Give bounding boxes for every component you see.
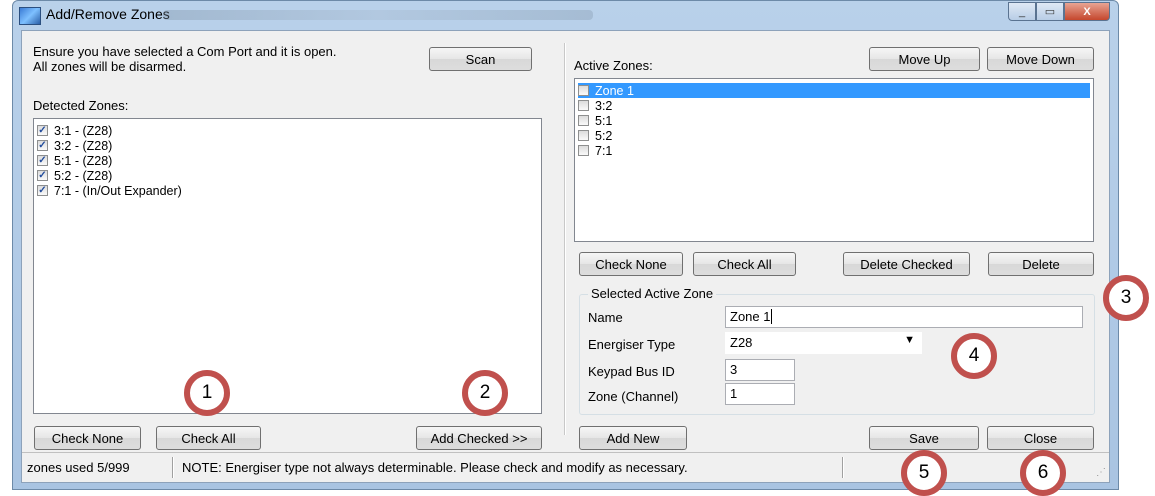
detected-zone-row[interactable]: ✓ 3:2 - (Z28) xyxy=(37,138,112,153)
unchecked-checkbox-icon[interactable] xyxy=(578,130,589,141)
checked-checkbox-icon[interactable]: ✓ xyxy=(37,140,48,151)
active-zone-label: 3:2 xyxy=(595,98,613,113)
active-zone-row[interactable]: Zone 1 xyxy=(578,83,1090,98)
add-checked-button[interactable]: Add Checked >> xyxy=(416,426,542,450)
detected-zone-row[interactable]: ✓ 5:2 - (Z28) xyxy=(37,168,112,183)
name-input[interactable]: Zone 1 xyxy=(725,306,1083,328)
right-check-none-button[interactable]: Check None xyxy=(579,252,683,276)
detected-zone-label: 5:2 - (Z28) xyxy=(54,168,113,183)
save-button[interactable]: Save xyxy=(869,426,979,450)
active-zones-label: Active Zones: xyxy=(574,58,653,73)
detected-zone-label: 5:1 - (Z28) xyxy=(54,153,113,168)
callout-marker-5: 5 xyxy=(901,450,947,496)
detected-zones-list[interactable]: ✓ 3:1 - (Z28) ✓ 3:2 - (Z28) ✓ 5:1 - (Z28) ✓ 5:2… xyxy=(33,118,542,414)
info-line-2: All zones will be disarmed. xyxy=(33,59,187,74)
delete-checked-button[interactable]: Delete Checked xyxy=(843,252,970,276)
scan-button[interactable]: Scan xyxy=(429,47,532,71)
energiser-type-label: Energiser Type xyxy=(588,337,676,352)
unchecked-checkbox-icon[interactable] xyxy=(578,85,589,96)
zone-channel-input[interactable]: 1 xyxy=(725,383,795,405)
left-check-all-button[interactable]: Check All xyxy=(156,426,261,450)
detected-zones-label: Detected Zones: xyxy=(33,98,129,113)
left-check-none-button[interactable]: Check None xyxy=(34,426,141,450)
window-controls: _ ▭ X xyxy=(1008,2,1110,22)
active-zone-label: 5:1 xyxy=(595,113,613,128)
pane-divider xyxy=(564,43,566,435)
keypad-bus-id-input[interactable]: 3 xyxy=(725,359,795,381)
callout-marker-3: 3 xyxy=(1103,275,1149,321)
window-title: Add/Remove Zones xyxy=(46,6,170,22)
client-area: Ensure you have selected a Com Port and … xyxy=(21,30,1110,483)
energiser-type-select[interactable]: Z28 ▼ xyxy=(725,332,922,354)
app-icon xyxy=(19,7,41,25)
callout-marker-4: 4 xyxy=(951,333,997,379)
dropdown-arrow-icon[interactable]: ▼ xyxy=(904,334,915,346)
status-separator xyxy=(842,457,844,478)
text-cursor xyxy=(771,309,773,324)
add-new-button[interactable]: Add New xyxy=(579,426,687,450)
active-zones-list[interactable]: Zone 1 3:2 5:1 5:2 7:1 xyxy=(574,78,1094,242)
note-status: NOTE: Energiser type not always determin… xyxy=(182,459,688,475)
unchecked-checkbox-icon[interactable] xyxy=(578,115,589,126)
maximize-icon[interactable]: ▭ xyxy=(1036,2,1064,21)
detected-zone-row[interactable]: ✓ 5:1 - (Z28) xyxy=(37,153,112,168)
move-down-button[interactable]: Move Down xyxy=(987,47,1094,71)
energiser-type-value: Z28 xyxy=(730,335,753,350)
detected-zone-row[interactable]: ✓ 7:1 - (In/Out Expander) xyxy=(37,183,182,198)
callout-marker-2: 2 xyxy=(462,370,508,416)
active-zone-row[interactable]: 5:1 xyxy=(578,113,612,128)
active-zone-label: Zone 1 xyxy=(595,83,634,98)
close-window-icon[interactable]: X xyxy=(1064,2,1110,21)
detected-zone-label: 3:1 - (Z28) xyxy=(54,123,113,138)
callout-marker-1: 1 xyxy=(184,370,230,416)
delete-button[interactable]: Delete xyxy=(988,252,1094,276)
active-zone-row[interactable]: 3:2 xyxy=(578,98,612,113)
zone-channel-label: Zone (Channel) xyxy=(588,389,679,404)
close-button[interactable]: Close xyxy=(987,426,1094,450)
move-up-button[interactable]: Move Up xyxy=(869,47,980,71)
checked-checkbox-icon[interactable]: ✓ xyxy=(37,125,48,136)
blurred-background-title xyxy=(163,10,593,20)
detected-zone-label: 7:1 - (In/Out Expander) xyxy=(54,183,182,198)
checked-checkbox-icon[interactable]: ✓ xyxy=(37,155,48,166)
active-zone-label: 7:1 xyxy=(595,143,613,158)
active-zone-label: 5:2 xyxy=(595,128,613,143)
selected-active-zone-title: Selected Active Zone xyxy=(588,286,717,301)
unchecked-checkbox-icon[interactable] xyxy=(578,100,589,111)
info-line-1: Ensure you have selected a Com Port and … xyxy=(33,44,337,59)
checked-checkbox-icon[interactable]: ✓ xyxy=(37,185,48,196)
right-check-all-button[interactable]: Check All xyxy=(693,252,796,276)
keypad-bus-id-label: Keypad Bus ID xyxy=(588,364,675,379)
status-separator xyxy=(172,457,174,478)
name-label: Name xyxy=(588,310,623,325)
resize-grip-icon[interactable]: ⋰ xyxy=(1094,467,1106,479)
name-input-value: Zone 1 xyxy=(730,309,771,324)
zones-used-status: zones used 5/999 xyxy=(27,459,130,475)
active-zone-row[interactable]: 5:2 xyxy=(578,128,612,143)
unchecked-checkbox-icon[interactable] xyxy=(578,145,589,156)
detected-zone-label: 3:2 - (Z28) xyxy=(54,138,113,153)
callout-marker-6: 6 xyxy=(1020,450,1066,496)
minimize-icon[interactable]: _ xyxy=(1008,2,1036,21)
title-bar[interactable]: Add/Remove Zones _ ▭ X xyxy=(13,1,1118,29)
detected-zone-row[interactable]: ✓ 3:1 - (Z28) xyxy=(37,123,112,138)
add-remove-zones-window: Add/Remove Zones _ ▭ X Ensure you have s… xyxy=(12,0,1119,490)
active-zone-row[interactable]: 7:1 xyxy=(578,143,612,158)
checked-checkbox-icon[interactable]: ✓ xyxy=(37,170,48,181)
